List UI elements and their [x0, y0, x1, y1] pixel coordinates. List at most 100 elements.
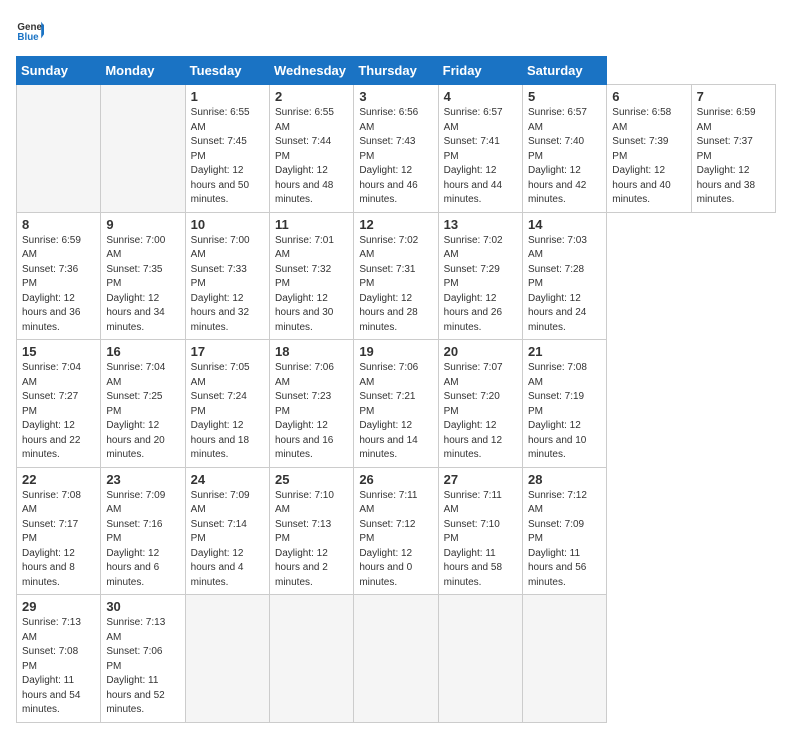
calendar-week-3: 15 Sunrise: 7:04 AMSunset: 7:27 PMDaylig… [17, 340, 776, 468]
cell-content: Sunrise: 7:07 AMSunset: 7:20 PMDaylight:… [444, 362, 503, 460]
calendar-cell: 8 Sunrise: 6:59 AMSunset: 7:36 PMDayligh… [17, 212, 101, 340]
cell-content: Sunrise: 7:11 AMSunset: 7:10 PMDaylight:… [444, 490, 502, 588]
day-number: 15 [22, 344, 95, 359]
cell-content: Sunrise: 6:55 AMSunset: 7:44 PMDaylight:… [275, 107, 334, 205]
cell-content: Sunrise: 7:10 AMSunset: 7:13 PMDaylight:… [275, 490, 334, 588]
calendar-cell: 3 Sunrise: 6:56 AMSunset: 7:43 PMDayligh… [354, 85, 438, 213]
day-number: 1 [191, 89, 264, 104]
calendar-week-4: 22 Sunrise: 7:08 AMSunset: 7:17 PMDaylig… [17, 467, 776, 595]
col-header-monday: Monday [101, 57, 185, 85]
calendar-cell [438, 595, 522, 723]
day-number: 24 [191, 472, 264, 487]
day-number: 4 [444, 89, 517, 104]
cell-content: Sunrise: 7:12 AMSunset: 7:09 PMDaylight:… [528, 490, 587, 588]
cell-content: Sunrise: 6:57 AMSunset: 7:41 PMDaylight:… [444, 107, 503, 205]
calendar-cell [269, 595, 353, 723]
day-number: 16 [106, 344, 179, 359]
empty-cell [17, 85, 101, 213]
day-number: 9 [106, 217, 179, 232]
cell-content: Sunrise: 7:04 AMSunset: 7:25 PMDaylight:… [106, 362, 165, 460]
calendar-cell: 1 Sunrise: 6:55 AMSunset: 7:45 PMDayligh… [185, 85, 269, 213]
cell-content: Sunrise: 6:56 AMSunset: 7:43 PMDaylight:… [359, 107, 418, 205]
cell-content: Sunrise: 7:09 AMSunset: 7:14 PMDaylight:… [191, 490, 250, 588]
logo-icon: General Blue [16, 16, 44, 44]
day-number: 23 [106, 472, 179, 487]
calendar-week-2: 8 Sunrise: 6:59 AMSunset: 7:36 PMDayligh… [17, 212, 776, 340]
day-number: 18 [275, 344, 348, 359]
col-header-thursday: Thursday [354, 57, 438, 85]
col-header-tuesday: Tuesday [185, 57, 269, 85]
calendar-cell: 23 Sunrise: 7:09 AMSunset: 7:16 PMDaylig… [101, 467, 185, 595]
calendar-cell: 29 Sunrise: 7:13 AMSunset: 7:08 PMDaylig… [17, 595, 101, 723]
calendar-cell: 15 Sunrise: 7:04 AMSunset: 7:27 PMDaylig… [17, 340, 101, 468]
calendar-cell: 7 Sunrise: 6:59 AMSunset: 7:37 PMDayligh… [691, 85, 775, 213]
day-number: 3 [359, 89, 432, 104]
calendar-cell: 10 Sunrise: 7:00 AMSunset: 7:33 PMDaylig… [185, 212, 269, 340]
day-number: 28 [528, 472, 601, 487]
cell-content: Sunrise: 7:09 AMSunset: 7:16 PMDaylight:… [106, 490, 165, 588]
calendar-cell: 4 Sunrise: 6:57 AMSunset: 7:41 PMDayligh… [438, 85, 522, 213]
day-number: 8 [22, 217, 95, 232]
day-number: 27 [444, 472, 517, 487]
day-number: 13 [444, 217, 517, 232]
calendar-cell: 19 Sunrise: 7:06 AMSunset: 7:21 PMDaylig… [354, 340, 438, 468]
cell-content: Sunrise: 7:13 AMSunset: 7:08 PMDaylight:… [22, 617, 81, 715]
cell-content: Sunrise: 7:01 AMSunset: 7:32 PMDaylight:… [275, 235, 334, 333]
day-number: 2 [275, 89, 348, 104]
logo: General Blue [16, 16, 48, 44]
cell-content: Sunrise: 7:13 AMSunset: 7:06 PMDaylight:… [106, 617, 165, 715]
calendar-cell: 25 Sunrise: 7:10 AMSunset: 7:13 PMDaylig… [269, 467, 353, 595]
cell-content: Sunrise: 7:11 AMSunset: 7:12 PMDaylight:… [359, 490, 417, 588]
calendar-cell: 14 Sunrise: 7:03 AMSunset: 7:28 PMDaylig… [522, 212, 606, 340]
calendar-cell: 9 Sunrise: 7:00 AMSunset: 7:35 PMDayligh… [101, 212, 185, 340]
cell-content: Sunrise: 6:59 AMSunset: 7:36 PMDaylight:… [22, 235, 81, 333]
cell-content: Sunrise: 7:02 AMSunset: 7:31 PMDaylight:… [359, 235, 418, 333]
cell-content: Sunrise: 6:58 AMSunset: 7:39 PMDaylight:… [612, 107, 671, 205]
col-header-friday: Friday [438, 57, 522, 85]
cell-content: Sunrise: 7:05 AMSunset: 7:24 PMDaylight:… [191, 362, 250, 460]
day-number: 14 [528, 217, 601, 232]
day-number: 22 [22, 472, 95, 487]
calendar-week-1: 1 Sunrise: 6:55 AMSunset: 7:45 PMDayligh… [17, 85, 776, 213]
cell-content: Sunrise: 7:00 AMSunset: 7:33 PMDaylight:… [191, 235, 250, 333]
cell-content: Sunrise: 6:59 AMSunset: 7:37 PMDaylight:… [697, 107, 756, 205]
day-number: 11 [275, 217, 348, 232]
cell-content: Sunrise: 7:08 AMSunset: 7:17 PMDaylight:… [22, 490, 81, 588]
day-number: 25 [275, 472, 348, 487]
calendar-cell: 12 Sunrise: 7:02 AMSunset: 7:31 PMDaylig… [354, 212, 438, 340]
cell-content: Sunrise: 7:06 AMSunset: 7:21 PMDaylight:… [359, 362, 418, 460]
calendar-cell: 21 Sunrise: 7:08 AMSunset: 7:19 PMDaylig… [522, 340, 606, 468]
day-number: 26 [359, 472, 432, 487]
day-number: 19 [359, 344, 432, 359]
calendar-cell: 13 Sunrise: 7:02 AMSunset: 7:29 PMDaylig… [438, 212, 522, 340]
calendar-cell: 26 Sunrise: 7:11 AMSunset: 7:12 PMDaylig… [354, 467, 438, 595]
cell-content: Sunrise: 7:04 AMSunset: 7:27 PMDaylight:… [22, 362, 81, 460]
cell-content: Sunrise: 6:55 AMSunset: 7:45 PMDaylight:… [191, 107, 250, 205]
empty-cell [101, 85, 185, 213]
day-number: 21 [528, 344, 601, 359]
page-header: General Blue [16, 16, 776, 44]
cell-content: Sunrise: 7:03 AMSunset: 7:28 PMDaylight:… [528, 235, 587, 333]
cell-content: Sunrise: 7:02 AMSunset: 7:29 PMDaylight:… [444, 235, 503, 333]
day-number: 7 [697, 89, 770, 104]
calendar-cell: 2 Sunrise: 6:55 AMSunset: 7:44 PMDayligh… [269, 85, 353, 213]
col-header-sunday: Sunday [17, 57, 101, 85]
svg-text:Blue: Blue [17, 32, 39, 43]
calendar-cell [522, 595, 606, 723]
calendar-cell: 18 Sunrise: 7:06 AMSunset: 7:23 PMDaylig… [269, 340, 353, 468]
calendar-cell: 22 Sunrise: 7:08 AMSunset: 7:17 PMDaylig… [17, 467, 101, 595]
day-number: 10 [191, 217, 264, 232]
calendar-cell: 5 Sunrise: 6:57 AMSunset: 7:40 PMDayligh… [522, 85, 606, 213]
calendar-header-row: SundayMondayTuesdayWednesdayThursdayFrid… [17, 57, 776, 85]
day-number: 5 [528, 89, 601, 104]
calendar-cell: 17 Sunrise: 7:05 AMSunset: 7:24 PMDaylig… [185, 340, 269, 468]
calendar-cell: 27 Sunrise: 7:11 AMSunset: 7:10 PMDaylig… [438, 467, 522, 595]
col-header-saturday: Saturday [522, 57, 606, 85]
cell-content: Sunrise: 6:57 AMSunset: 7:40 PMDaylight:… [528, 107, 587, 205]
calendar-cell [185, 595, 269, 723]
calendar-cell: 30 Sunrise: 7:13 AMSunset: 7:06 PMDaylig… [101, 595, 185, 723]
calendar-cell [354, 595, 438, 723]
calendar-cell: 20 Sunrise: 7:07 AMSunset: 7:20 PMDaylig… [438, 340, 522, 468]
day-number: 20 [444, 344, 517, 359]
cell-content: Sunrise: 7:08 AMSunset: 7:19 PMDaylight:… [528, 362, 587, 460]
